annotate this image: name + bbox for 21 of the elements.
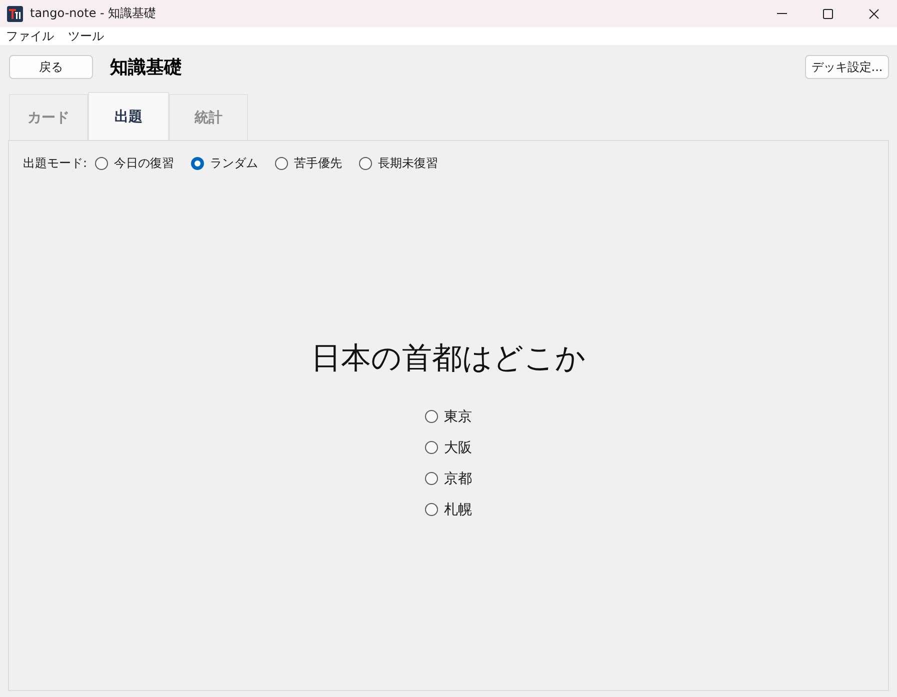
close-icon bbox=[869, 8, 879, 18]
deck-settings-button[interactable]: デッキ設定... bbox=[805, 55, 889, 79]
question-text: 日本の首都はどこか bbox=[311, 341, 586, 377]
window-title: tango-note - 知識基礎 bbox=[30, 5, 156, 22]
back-button[interactable]: 戻る bbox=[9, 55, 93, 79]
answer-radio-option[interactable]: 大阪 bbox=[425, 432, 472, 463]
mode-label: 出題モード: bbox=[23, 154, 88, 172]
deck-title: 知識基礎 bbox=[110, 56, 182, 79]
mode-radio-option[interactable]: ランダム bbox=[191, 154, 258, 172]
minimize-icon bbox=[777, 13, 787, 14]
maximize-icon bbox=[823, 8, 833, 18]
mode-radio-option[interactable]: 今日の復習 bbox=[95, 154, 174, 172]
tab[interactable]: 出題 bbox=[88, 92, 169, 140]
menu-item[interactable]: ツール bbox=[68, 28, 104, 44]
app-icon bbox=[7, 6, 23, 22]
mode-radio-option[interactable]: 苦手優先 bbox=[275, 154, 342, 172]
answer-radio-option[interactable]: 札幌 bbox=[425, 494, 472, 525]
answer-radio-option[interactable]: 東京 bbox=[425, 401, 472, 432]
menu-item[interactable]: ファイル bbox=[6, 28, 54, 44]
answer-radio-option[interactable]: 京都 bbox=[425, 463, 472, 494]
mode-radio-option[interactable]: 長期未復習 bbox=[359, 154, 438, 172]
